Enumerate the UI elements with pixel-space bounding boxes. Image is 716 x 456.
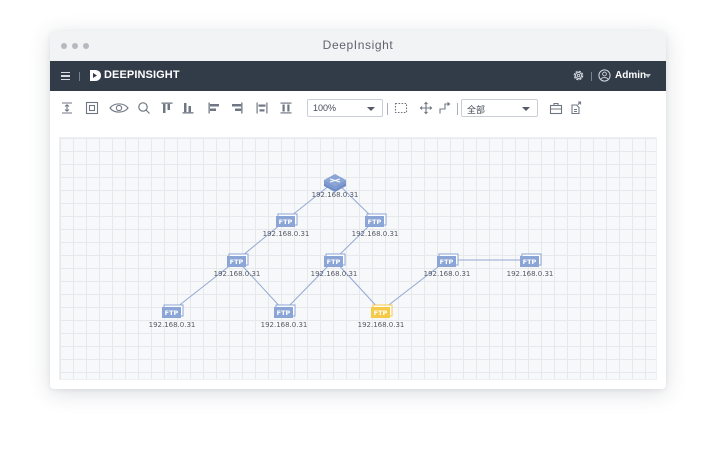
ftp-server-icon: FTP: [227, 253, 249, 267]
topology-edge[interactable]: [283, 259, 335, 312]
filter-select[interactable]: 全部: [461, 99, 538, 117]
ftp-node[interactable]: FTP 192.168.0.31: [311, 253, 358, 278]
ftp-node-type: FTP: [279, 218, 293, 226]
node-ip-label: 192.168.0.31: [424, 270, 471, 278]
fit-height-icon[interactable]: [60, 101, 74, 115]
brand-name[interactable]: DEEPINSIGHT: [104, 69, 180, 81]
user-name[interactable]: Admin: [615, 70, 646, 81]
node-ip-label: 192.168.0.31: [358, 321, 405, 329]
ftp-node-type: FTP: [165, 309, 179, 317]
node-ip-label: 192.168.0.31: [352, 230, 399, 238]
ftp-server-icon: FTP: [437, 253, 459, 267]
ftp-server-icon: FTP: [276, 213, 298, 227]
ftp-node[interactable]: FTP 192.168.0.31: [358, 304, 405, 329]
ftp-server-icon: FTP: [520, 253, 542, 267]
header-divider: [591, 72, 592, 81]
topology-edge[interactable]: [333, 259, 382, 312]
editor-toolbar: 100% 全部: [50, 91, 666, 127]
ftp-node-type: FTP: [230, 258, 244, 266]
window-titlebar: DeepInsight: [50, 31, 666, 61]
toolbar-divider: [457, 103, 458, 115]
box-select-icon[interactable]: [394, 101, 408, 115]
node-ip-label: 192.168.0.31: [507, 270, 554, 278]
connector-icon[interactable]: [438, 101, 452, 115]
ftp-node[interactable]: FTP 192.168.0.31: [263, 213, 310, 238]
align-right-icon[interactable]: [230, 101, 244, 115]
zoom-select[interactable]: 100%: [307, 99, 383, 117]
ftp-server-icon: FTP: [274, 304, 296, 318]
ftp-node[interactable]: FTP 192.168.0.31: [507, 253, 554, 278]
ftp-node-type: FTP: [327, 258, 341, 266]
ftp-node-type: FTP: [440, 258, 454, 266]
ftp-node-type: FTP: [523, 258, 537, 266]
node-ip-label: 192.168.0.31: [263, 230, 310, 238]
search-icon[interactable]: [137, 101, 151, 115]
ftp-server-icon-highlighted: FTP: [371, 304, 393, 318]
ftp-server-icon: FTP: [365, 213, 387, 227]
node-ip-label: 192.168.0.31: [261, 321, 308, 329]
ftp-node[interactable]: FTP 192.168.0.31: [424, 253, 471, 278]
menu-icon[interactable]: [61, 72, 70, 80]
topology-edges: [171, 180, 530, 312]
topology-edge[interactable]: [171, 259, 238, 312]
preview-eye-icon[interactable]: [109, 101, 129, 115]
ftp-node-type: FTP: [277, 309, 291, 317]
user-avatar-icon[interactable]: [598, 69, 611, 82]
ftp-node-type: FTP: [374, 309, 388, 317]
node-ip-label: 192.168.0.31: [312, 191, 359, 199]
window-title: DeepInsight: [322, 38, 394, 52]
topology-edge[interactable]: [380, 259, 448, 312]
node-ip-label: 192.168.0.31: [149, 321, 196, 329]
ftp-node-type: FTP: [368, 218, 382, 226]
app-window: DeepInsight DEEPINSIGHT Admin 100% 全部 19…: [50, 31, 666, 389]
align-left-icon[interactable]: [207, 101, 221, 115]
logo-icon: [90, 70, 101, 81]
topology-canvas[interactable]: 192.168.0.31 FTP 192.168.0.31 FTP 192.168.0.…: [59, 137, 657, 380]
ftp-node[interactable]: FTP 192.168.0.31: [261, 304, 308, 329]
settings-gear-icon[interactable]: [572, 69, 585, 82]
filter-value: 全部: [467, 105, 486, 115]
distribute-horizontal-icon[interactable]: [255, 101, 269, 115]
ftp-server-icon: FTP: [324, 253, 346, 267]
topology-edge[interactable]: [236, 259, 285, 312]
move-icon[interactable]: [419, 101, 433, 115]
app-header: DEEPINSIGHT Admin: [50, 61, 666, 91]
node-ip-label: 192.168.0.31: [311, 270, 358, 278]
toolbox-icon[interactable]: [549, 101, 563, 115]
router-node[interactable]: 192.168.0.31: [312, 174, 359, 199]
topology-graph[interactable]: 192.168.0.31 FTP 192.168.0.31 FTP 192.168.0.…: [60, 138, 658, 381]
router-icon: [324, 174, 346, 192]
align-top-icon[interactable]: [160, 101, 174, 115]
node-ip-label: 192.168.0.31: [214, 270, 261, 278]
distribute-vertical-icon[interactable]: [279, 101, 293, 115]
zoom-value: 100%: [313, 103, 337, 113]
chevron-down-icon: [367, 107, 375, 111]
ftp-node[interactable]: FTP 192.168.0.31: [352, 213, 399, 238]
align-bottom-icon[interactable]: [181, 101, 195, 115]
chevron-down-icon: [522, 107, 530, 111]
export-icon[interactable]: [569, 101, 583, 115]
header-divider: [79, 72, 80, 81]
ftp-node[interactable]: FTP 192.168.0.31: [149, 304, 196, 329]
ftp-server-icon: FTP: [162, 304, 184, 318]
user-menu-chevron-down-icon[interactable]: [645, 74, 651, 78]
fit-screen-icon[interactable]: [85, 101, 99, 115]
ftp-node[interactable]: FTP 192.168.0.31: [214, 253, 261, 278]
toolbar-divider: [387, 103, 388, 115]
